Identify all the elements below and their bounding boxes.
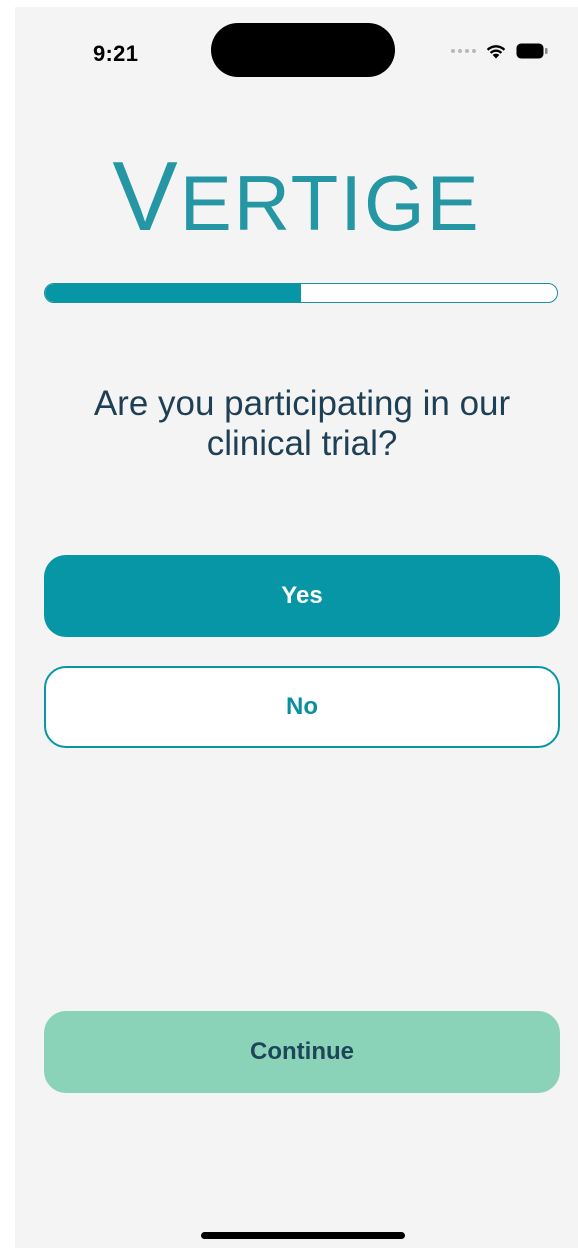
onboarding-progress-bar bbox=[44, 283, 558, 303]
progress-fill bbox=[45, 284, 301, 302]
dynamic-island bbox=[211, 23, 395, 77]
yes-button[interactable]: Yes bbox=[44, 555, 560, 637]
continue-button[interactable]: Continue bbox=[44, 1011, 560, 1093]
battery-icon bbox=[516, 43, 548, 59]
status-icons bbox=[451, 41, 548, 61]
cellular-signal-icon bbox=[451, 49, 476, 53]
logo-initial: V bbox=[112, 141, 180, 251]
logo-rest: ERTIGE bbox=[179, 159, 481, 247]
app-screen: 9:21 VERTIGE Are you participating in ou… bbox=[15, 7, 578, 1248]
brand-logo: VERTIGE bbox=[15, 147, 578, 245]
home-indicator[interactable] bbox=[201, 1232, 405, 1239]
no-button[interactable]: No bbox=[44, 666, 560, 748]
status-time: 9:21 bbox=[93, 41, 139, 66]
question-text: Are you participating in our clinical tr… bbox=[93, 384, 511, 463]
wifi-icon bbox=[485, 43, 507, 59]
